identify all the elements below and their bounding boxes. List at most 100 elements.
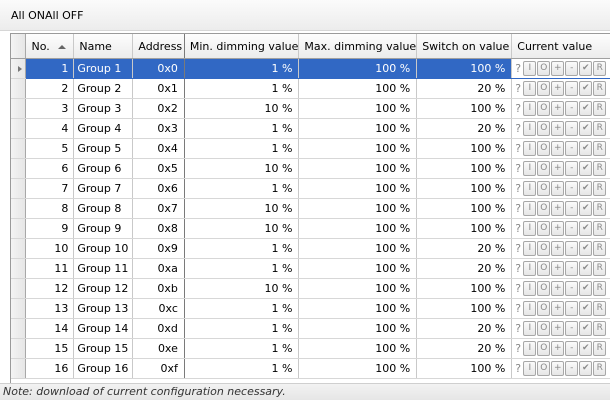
cell-min-dimming[interactable]: 1 % bbox=[184, 118, 300, 139]
row-indicator[interactable] bbox=[11, 298, 27, 319]
table-row[interactable]: 6 Group 6 0x5 10 % 100 % 100 %? I O + - ✔ R bbox=[11, 158, 610, 179]
apply-button[interactable]: ✔ bbox=[579, 101, 593, 116]
cell-max-dimming[interactable]: 100 % bbox=[298, 258, 418, 279]
cell-max-dimming[interactable]: 100 % bbox=[298, 298, 418, 319]
off-button[interactable]: O bbox=[537, 161, 551, 176]
query-button[interactable]: ? bbox=[515, 82, 522, 95]
cell-max-dimming[interactable]: 100 % bbox=[298, 138, 418, 159]
decrease-button[interactable]: - bbox=[565, 241, 579, 256]
reset-button[interactable]: R bbox=[593, 301, 607, 316]
off-button[interactable]: O bbox=[537, 261, 551, 276]
reset-button[interactable]: R bbox=[593, 221, 607, 236]
reset-button[interactable]: R bbox=[593, 281, 607, 296]
reset-button[interactable]: R bbox=[593, 241, 607, 256]
on-button[interactable]: I bbox=[523, 281, 537, 296]
decrease-button[interactable]: - bbox=[565, 301, 579, 316]
on-button[interactable]: I bbox=[523, 81, 537, 96]
cell-min-dimming[interactable]: 1 % bbox=[184, 58, 300, 79]
table-row[interactable]: 14 Group 14 0xd 1 % 100 % 20 %? I O + - ✔ R bbox=[11, 318, 610, 339]
cell-switch-on[interactable]: 20 % bbox=[416, 118, 513, 139]
cell-name[interactable]: Group 2 bbox=[73, 78, 134, 99]
cell-min-dimming[interactable]: 1 % bbox=[184, 178, 300, 199]
table-row[interactable]: 12 Group 12 0xb 10 % 100 % 100 %? I O + - ✔ R bbox=[11, 278, 610, 299]
query-button[interactable]: ? bbox=[515, 182, 522, 195]
column-header-min-dimming[interactable]: Min. dimming value bbox=[184, 34, 300, 59]
apply-button[interactable]: ✔ bbox=[579, 61, 593, 76]
off-button[interactable]: O bbox=[537, 321, 551, 336]
query-button[interactable]: ? bbox=[515, 202, 522, 215]
on-button[interactable]: I bbox=[523, 201, 537, 216]
row-indicator[interactable] bbox=[11, 278, 27, 299]
query-button[interactable]: ? bbox=[515, 322, 522, 335]
cell-min-dimming[interactable]: 1 % bbox=[184, 138, 300, 159]
query-button[interactable]: ? bbox=[515, 162, 522, 175]
cell-switch-on[interactable]: 100 % bbox=[416, 158, 513, 179]
cell-max-dimming[interactable]: 100 % bbox=[298, 78, 418, 99]
cell-switch-on[interactable]: 100 % bbox=[416, 358, 513, 379]
apply-button[interactable]: ✔ bbox=[579, 141, 593, 156]
cell-switch-on[interactable]: 100 % bbox=[416, 278, 513, 299]
cell-switch-on[interactable]: 100 % bbox=[416, 138, 513, 159]
cell-name[interactable]: Group 8 bbox=[73, 198, 134, 219]
on-button[interactable]: I bbox=[523, 361, 537, 376]
off-button[interactable]: O bbox=[537, 101, 551, 116]
reset-button[interactable]: R bbox=[593, 201, 607, 216]
query-button[interactable]: ? bbox=[515, 222, 522, 235]
row-indicator[interactable] bbox=[11, 158, 27, 179]
table-row[interactable]: 7 Group 7 0x6 1 % 100 % 100 %? I O + - ✔ R bbox=[11, 178, 610, 199]
table-row[interactable]: 15 Group 15 0xe 1 % 100 % 20 %? I O + - ✔ R bbox=[11, 338, 610, 359]
off-button[interactable]: O bbox=[537, 281, 551, 296]
cell-switch-on[interactable]: 100 % bbox=[416, 218, 513, 239]
increase-button[interactable]: + bbox=[551, 141, 565, 156]
row-indicator[interactable] bbox=[11, 318, 27, 339]
increase-button[interactable]: + bbox=[551, 181, 565, 196]
query-button[interactable]: ? bbox=[515, 342, 522, 355]
cell-name[interactable]: Group 1 bbox=[73, 58, 134, 79]
query-button[interactable]: ? bbox=[515, 362, 522, 375]
cell-name[interactable]: Group 11 bbox=[73, 258, 134, 279]
apply-button[interactable]: ✔ bbox=[579, 221, 593, 236]
decrease-button[interactable]: - bbox=[565, 281, 579, 296]
row-indicator[interactable] bbox=[11, 138, 27, 159]
apply-button[interactable]: ✔ bbox=[579, 261, 593, 276]
cell-max-dimming[interactable]: 100 % bbox=[298, 98, 418, 119]
off-button[interactable]: O bbox=[537, 301, 551, 316]
cell-max-dimming[interactable]: 100 % bbox=[298, 218, 418, 239]
row-indicator[interactable] bbox=[11, 338, 27, 359]
decrease-button[interactable]: - bbox=[565, 81, 579, 96]
cell-min-dimming[interactable]: 1 % bbox=[184, 358, 300, 379]
apply-button[interactable]: ✔ bbox=[579, 301, 593, 316]
table-row[interactable]: 9 Group 9 0x8 10 % 100 % 100 %? I O + - ✔ R bbox=[11, 218, 610, 239]
reset-button[interactable]: R bbox=[593, 181, 607, 196]
cell-switch-on[interactable]: 100 % bbox=[416, 198, 513, 219]
off-button[interactable]: O bbox=[537, 61, 551, 76]
column-header-current-value[interactable]: Current value bbox=[511, 34, 610, 59]
cell-name[interactable]: Group 3 bbox=[73, 98, 134, 119]
on-button[interactable]: I bbox=[523, 101, 537, 116]
cell-name[interactable]: Group 14 bbox=[73, 318, 134, 339]
off-button[interactable]: O bbox=[537, 241, 551, 256]
all-off-button[interactable]: All OFF bbox=[45, 9, 83, 22]
apply-button[interactable]: ✔ bbox=[579, 281, 593, 296]
off-button[interactable]: O bbox=[537, 221, 551, 236]
increase-button[interactable]: + bbox=[551, 221, 565, 236]
on-button[interactable]: I bbox=[523, 241, 537, 256]
cell-min-dimming[interactable]: 10 % bbox=[184, 198, 300, 219]
table-row[interactable]: 16 Group 16 0xf 1 % 100 % 100 %? I O + - ✔ R bbox=[11, 358, 610, 379]
decrease-button[interactable]: - bbox=[565, 201, 579, 216]
on-button[interactable]: I bbox=[523, 221, 537, 236]
decrease-button[interactable]: - bbox=[565, 161, 579, 176]
cell-switch-on[interactable]: 20 % bbox=[416, 258, 513, 279]
off-button[interactable]: O bbox=[537, 141, 551, 156]
apply-button[interactable]: ✔ bbox=[579, 181, 593, 196]
row-indicator[interactable] bbox=[11, 98, 27, 119]
row-indicator[interactable] bbox=[11, 198, 27, 219]
cell-switch-on[interactable]: 100 % bbox=[416, 178, 513, 199]
apply-button[interactable]: ✔ bbox=[579, 161, 593, 176]
increase-button[interactable]: + bbox=[551, 261, 565, 276]
reset-button[interactable]: R bbox=[593, 101, 607, 116]
cell-min-dimming[interactable]: 1 % bbox=[184, 338, 300, 359]
row-indicator[interactable] bbox=[11, 238, 27, 259]
cell-name[interactable]: Group 5 bbox=[73, 138, 134, 159]
all-on-button[interactable]: All ON bbox=[11, 9, 45, 22]
